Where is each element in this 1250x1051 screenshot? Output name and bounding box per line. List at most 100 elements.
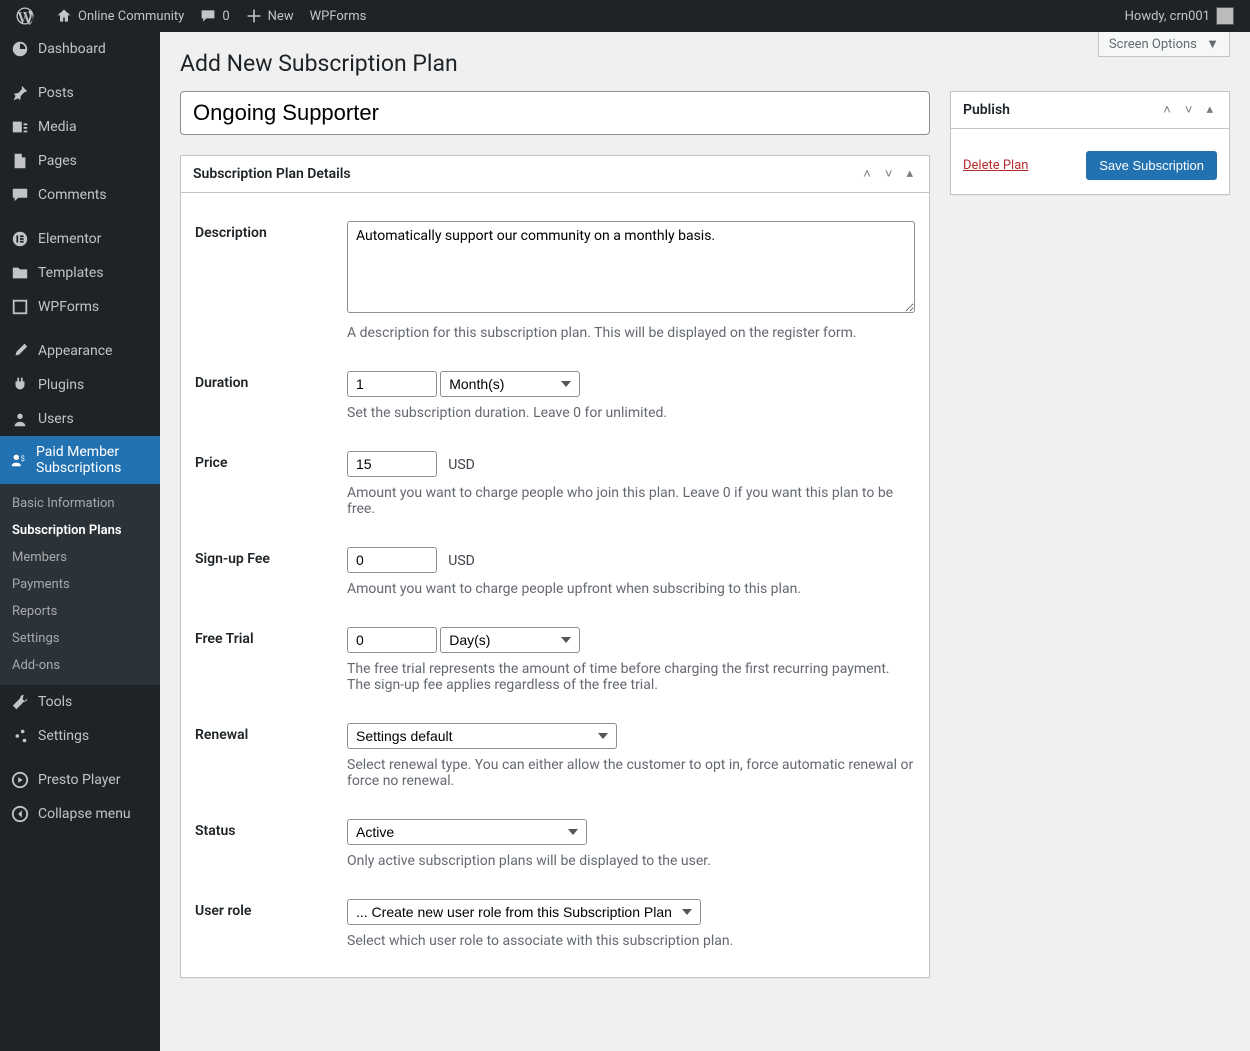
sidebar-item-plugins[interactable]: Plugins bbox=[0, 368, 160, 402]
dashboard-icon bbox=[10, 40, 30, 58]
status-label: Status bbox=[195, 805, 345, 883]
sidebar-item-label: Presto Player bbox=[38, 772, 120, 788]
move-down-icon[interactable]: ˅ bbox=[1181, 102, 1197, 118]
pin-icon bbox=[10, 84, 30, 102]
sidebar-item-label: Settings bbox=[38, 728, 89, 744]
sidebar-item-templates[interactable]: Templates bbox=[0, 256, 160, 290]
sidebar-item-wpforms[interactable]: WPForms bbox=[0, 290, 160, 324]
submenu-add-ons[interactable]: Add-ons bbox=[0, 652, 160, 679]
sidebar-item-label: WPForms bbox=[38, 299, 99, 315]
plugin-icon bbox=[10, 376, 30, 394]
duration-label: Duration bbox=[195, 357, 345, 435]
renewal-help: Select renewal type. You can either allo… bbox=[347, 757, 915, 789]
user-role-help: Select which user role to associate with… bbox=[347, 933, 915, 949]
admin-toolbar: Online Community 0 New WPForms Howdy, cr… bbox=[0, 0, 1250, 32]
signup-fee-help: Amount you want to charge people upfront… bbox=[347, 581, 915, 597]
move-down-icon[interactable]: ˅ bbox=[881, 166, 897, 182]
play-icon bbox=[10, 771, 30, 789]
move-up-icon[interactable]: ˄ bbox=[859, 166, 875, 182]
signup-currency: USD bbox=[448, 553, 475, 569]
account-link[interactable]: Howdy, crn001 bbox=[1117, 0, 1242, 32]
toggle-icon[interactable]: ▴ bbox=[1202, 102, 1217, 118]
sidebar-item-label: Comments bbox=[38, 187, 107, 203]
form-icon bbox=[10, 298, 30, 316]
sidebar-item-presto-player[interactable]: Presto Player bbox=[0, 763, 160, 797]
sidebar-item-label: Media bbox=[38, 119, 77, 135]
comment-icon bbox=[10, 186, 30, 204]
sidebar-item-settings[interactable]: Settings bbox=[0, 719, 160, 753]
price-input[interactable] bbox=[347, 451, 437, 477]
screen-options-label: Screen Options bbox=[1109, 37, 1197, 52]
toggle-icon[interactable]: ▴ bbox=[902, 166, 917, 182]
duration-input[interactable] bbox=[347, 371, 437, 397]
renewal-select[interactable]: Settings default bbox=[347, 723, 617, 749]
svg-text:$: $ bbox=[21, 454, 25, 463]
plan-details-box: Subscription Plan Details ˄ ˅ ▴ Descript… bbox=[180, 155, 930, 978]
comment-icon bbox=[200, 8, 216, 24]
sidebar-item-label: Templates bbox=[38, 265, 104, 281]
submenu-subscription-plans[interactable]: Subscription Plans bbox=[0, 517, 160, 544]
free-trial-unit-select[interactable]: Day(s) bbox=[440, 627, 580, 653]
signup-fee-input[interactable] bbox=[347, 547, 437, 573]
duration-unit-select[interactable]: Month(s) bbox=[440, 371, 580, 397]
submenu-members[interactable]: Members bbox=[0, 544, 160, 571]
box-title: Subscription Plan Details bbox=[193, 166, 859, 182]
comments-link[interactable]: 0 bbox=[192, 0, 237, 32]
subscription-icon: $ bbox=[10, 451, 28, 469]
price-currency: USD bbox=[448, 457, 475, 473]
submenu-payments[interactable]: Payments bbox=[0, 571, 160, 598]
save-subscription-button[interactable]: Save Subscription bbox=[1086, 151, 1217, 180]
sidebar-item-dashboard[interactable]: Dashboard bbox=[0, 32, 160, 66]
publish-box: Publish ˄ ˅ ▴ Delete Plan Save Subscript… bbox=[950, 91, 1230, 195]
price-help: Amount you want to charge people who joi… bbox=[347, 485, 915, 517]
free-trial-input[interactable] bbox=[347, 627, 437, 653]
sidebar-item-tools[interactable]: Tools bbox=[0, 685, 160, 719]
box-title: Publish bbox=[963, 102, 1159, 118]
new-link[interactable]: New bbox=[238, 0, 302, 32]
user-icon bbox=[10, 410, 30, 428]
sidebar-item-collapse[interactable]: Collapse menu bbox=[0, 797, 160, 831]
status-select[interactable]: Active bbox=[347, 819, 587, 845]
wp-logo[interactable] bbox=[8, 0, 48, 32]
submenu-settings[interactable]: Settings bbox=[0, 625, 160, 652]
wpforms-label: WPForms bbox=[310, 9, 367, 24]
sidebar-item-users[interactable]: Users bbox=[0, 402, 160, 436]
status-help: Only active subscription plans will be d… bbox=[347, 853, 915, 869]
user-role-select[interactable]: ... Create new user role from this Subsc… bbox=[347, 899, 701, 925]
sidebar-item-label: Posts bbox=[38, 85, 74, 101]
wrench-icon bbox=[10, 693, 30, 711]
sidebar-item-label: Plugins bbox=[38, 377, 84, 393]
sidebar-item-appearance[interactable]: Appearance bbox=[0, 334, 160, 368]
sidebar-item-label: Appearance bbox=[38, 343, 112, 359]
sidebar-item-posts[interactable]: Posts bbox=[0, 76, 160, 110]
sidebar-item-media[interactable]: Media bbox=[0, 110, 160, 144]
plus-icon bbox=[246, 8, 262, 24]
signup-fee-label: Sign-up Fee bbox=[195, 533, 345, 611]
admin-sidebar: Dashboard Posts Media Pages Comments Ele… bbox=[0, 32, 160, 1051]
page-icon bbox=[10, 152, 30, 170]
sliders-icon bbox=[10, 727, 30, 745]
plan-title-input[interactable] bbox=[180, 91, 930, 135]
site-link[interactable]: Online Community bbox=[48, 0, 192, 32]
screen-options-tab[interactable]: Screen Options ▼ bbox=[1098, 32, 1230, 57]
collapse-icon bbox=[10, 805, 30, 823]
sidebar-item-label: Dashboard bbox=[38, 41, 106, 57]
free-trial-label: Free Trial bbox=[195, 613, 345, 707]
wpforms-link[interactable]: WPForms bbox=[302, 0, 375, 32]
sidebar-item-paid-member-subscriptions[interactable]: $ Paid Member Subscriptions bbox=[0, 436, 160, 484]
description-help: A description for this subscription plan… bbox=[347, 325, 915, 341]
sidebar-item-label: Paid Member Subscriptions bbox=[36, 444, 150, 476]
description-label: Description bbox=[195, 207, 345, 355]
page-title: Add New Subscription Plan bbox=[180, 32, 1230, 91]
sidebar-item-elementor[interactable]: Elementor bbox=[0, 222, 160, 256]
submenu-basic-information[interactable]: Basic Information bbox=[0, 490, 160, 517]
move-up-icon[interactable]: ˄ bbox=[1159, 102, 1175, 118]
submenu-reports[interactable]: Reports bbox=[0, 598, 160, 625]
avatar bbox=[1216, 7, 1234, 25]
sidebar-item-pages[interactable]: Pages bbox=[0, 144, 160, 178]
description-input[interactable] bbox=[347, 221, 915, 313]
delete-plan-link[interactable]: Delete Plan bbox=[963, 158, 1028, 173]
sidebar-item-comments[interactable]: Comments bbox=[0, 178, 160, 212]
new-label: New bbox=[268, 9, 294, 24]
sidebar-submenu: Basic Information Subscription Plans Mem… bbox=[0, 484, 160, 685]
